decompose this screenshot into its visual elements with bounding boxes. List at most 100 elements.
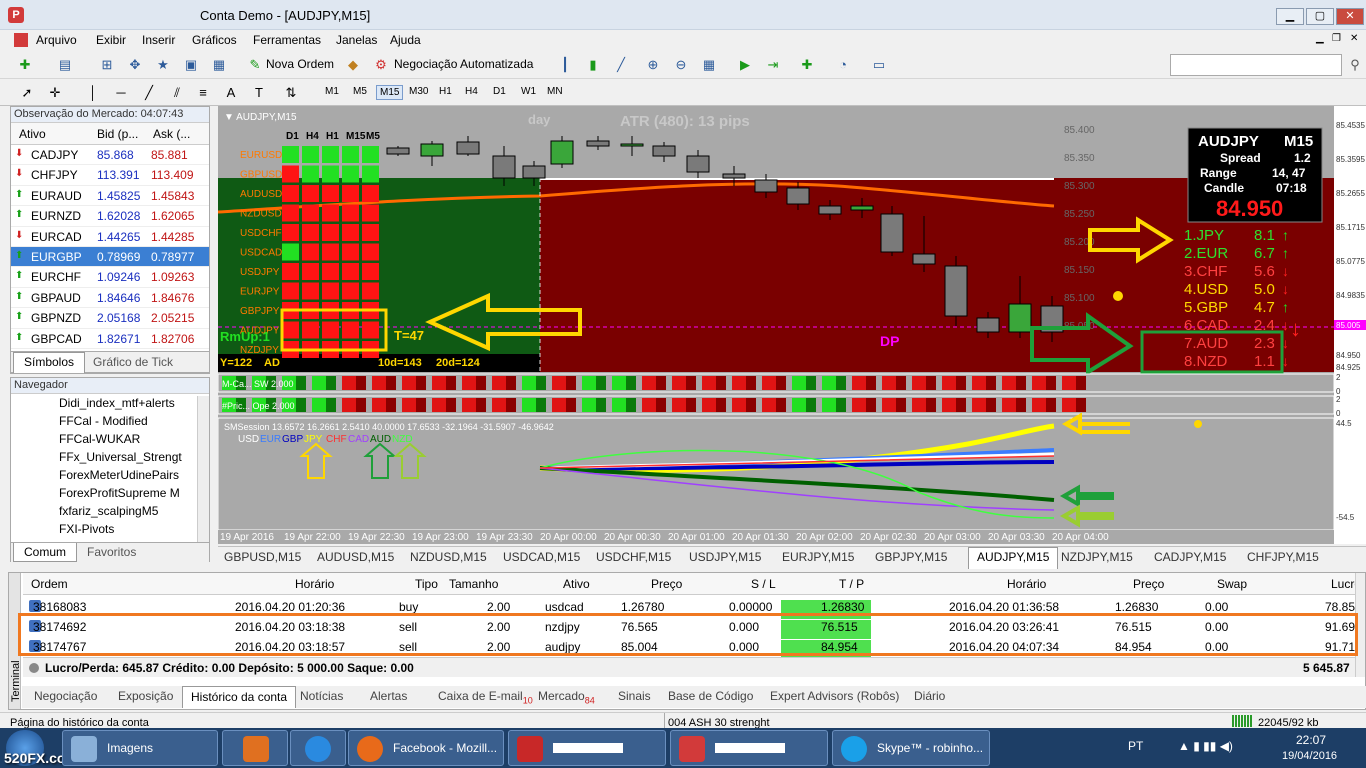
cursor-icon[interactable]: ➚ — [18, 84, 36, 102]
timeframe-h4[interactable]: H4 — [462, 85, 481, 98]
navigator-item[interactable]: fForexProfitSupreme M — [59, 486, 207, 500]
candlestick-icon[interactable]: ▮ — [584, 56, 602, 74]
terminal-tab[interactable]: Negociação — [34, 689, 97, 703]
navigator-scrollbar[interactable] — [197, 396, 209, 544]
tab-grafico-tick[interactable]: Gráfico de Tick — [93, 355, 173, 369]
arrows-icon[interactable]: ⇅ — [282, 84, 300, 102]
menu-ferramentas[interactable]: Ferramentas — [253, 33, 321, 47]
child-close-button[interactable]: ✕ — [1350, 33, 1358, 44]
navigator-item[interactable]: fFXI-Pivots — [59, 522, 207, 536]
symbol-tab[interactable]: USDJPY,M15 — [689, 550, 761, 564]
market-watch-row[interactable]: ⬆ EURCHF 1.09246 1.09263 — [11, 267, 209, 288]
timeframe-m5[interactable]: M5 — [350, 85, 370, 98]
menu-exibir[interactable]: Exibir — [96, 33, 126, 47]
new-order-icon[interactable]: ✎ — [246, 56, 264, 74]
terminal-tab[interactable]: Histórico da conta — [182, 686, 297, 708]
table-row[interactable]: 38168083 2016.04.20 01:20:36 buy 2.00 usdcad… — [25, 597, 1365, 619]
timeframe-d1[interactable]: D1 — [490, 85, 509, 98]
navigator-item[interactable]: fFFx_Universal_Strengt — [59, 450, 207, 464]
task-skype[interactable]: Skype™ - robinho... — [832, 730, 990, 766]
profiles-icon[interactable]: ▤ — [56, 56, 74, 74]
task-media-player[interactable] — [222, 730, 288, 766]
th-preco[interactable]: Preço — [651, 577, 682, 591]
task-metatrader[interactable] — [670, 730, 828, 766]
clock-date[interactable]: 19/04/2016 — [1282, 750, 1337, 762]
menu-inserir[interactable]: Inserir — [142, 33, 175, 47]
task-firefox[interactable]: Facebook - Mozill... — [348, 730, 504, 766]
auto-trading-button[interactable]: Negociação Automatizada — [394, 57, 533, 71]
maximize-button[interactable]: ▢ — [1306, 8, 1334, 25]
timeframe-h1[interactable]: H1 — [436, 85, 455, 98]
chart-shift-icon[interactable]: ⇥ — [764, 56, 782, 74]
symbol-tab[interactable]: NZDUSD,M15 — [410, 550, 487, 564]
new-chart-icon[interactable]: ✚ — [16, 56, 34, 74]
zoom-in-icon[interactable]: ⊕ — [644, 56, 662, 74]
symbol-tab[interactable]: CHFJPY,M15 — [1247, 550, 1319, 564]
menu-graficos[interactable]: Gráficos — [192, 33, 237, 47]
tab-favoritos[interactable]: Favoritos — [87, 545, 136, 559]
th-swap[interactable]: Swap — [1217, 577, 1247, 591]
bar-chart-icon[interactable]: ┃ — [556, 56, 574, 74]
metaeditor-icon[interactable]: ◆ — [344, 56, 362, 74]
crosshair-icon[interactable]: ✛ — [46, 84, 64, 102]
child-window-icon[interactable] — [14, 33, 28, 47]
equidistant-channel-icon[interactable]: ⫽ — [168, 84, 186, 102]
new-order-button[interactable]: Nova Ordem — [266, 57, 334, 71]
tab-simbolos[interactable]: Símbolos — [13, 352, 86, 373]
text-label-icon[interactable]: T — [250, 84, 268, 102]
terminal-tab[interactable]: Caixa de E-mail10 — [438, 689, 533, 705]
timeframe-m15[interactable]: M15 — [376, 85, 404, 100]
col-bid[interactable]: Bid (p... — [97, 127, 138, 141]
th-tp[interactable]: T / P — [839, 577, 864, 591]
menu-ajuda[interactable]: Ajuda — [390, 33, 421, 47]
table-row[interactable]: 38174692 2016.04.20 03:18:38 sell 2.00 nzdjp… — [25, 617, 1365, 639]
navigator-item[interactable]: fFFCal-WUKAR — [59, 432, 207, 446]
symbol-tab[interactable]: AUDJPY,M15 — [968, 547, 1059, 569]
symbol-tab[interactable]: NZDJPY,M15 — [1061, 550, 1133, 564]
minimize-button[interactable]: ▁ — [1276, 8, 1304, 25]
child-restore-button[interactable]: ❐ — [1332, 33, 1341, 44]
market-watch-row[interactable]: ⬆ EURNZD 1.62028 1.62065 — [11, 206, 209, 227]
timeframe-m1[interactable]: M1 — [322, 85, 342, 98]
market-watch-row[interactable]: ⬇ EURCAD 1.44265 1.44285 — [11, 227, 209, 247]
navigator-item[interactable]: fForexMeterUdinePairs — [59, 468, 207, 482]
strategy-tester-icon[interactable]: ▦ — [210, 56, 228, 74]
symbol-tab[interactable]: GBPJPY,M15 — [875, 550, 947, 564]
tray-icons[interactable]: ▲ ▮ ▮▮ ◀) — [1178, 739, 1233, 753]
navigator-item[interactable]: fFFCal - Modified — [59, 414, 207, 428]
vertical-line-icon[interactable]: │ — [84, 84, 102, 102]
market-watch-row[interactable]: ⬇ CHFJPY 113.391 113.409 — [11, 165, 209, 186]
templates-icon[interactable]: ▭ — [870, 56, 888, 74]
th-horario-close[interactable]: Horário — [1007, 577, 1046, 591]
market-watch-row[interactable]: ⬆ GBPNZD 2.05168 2.05215 — [11, 308, 209, 329]
timeframe-m30[interactable]: M30 — [406, 85, 431, 98]
menu-arquivo[interactable]: Arquivo — [36, 33, 77, 47]
data-window-icon[interactable]: ✥ — [126, 56, 144, 74]
child-minimize-button[interactable]: ▁ — [1316, 33, 1324, 44]
task-ie[interactable] — [290, 730, 346, 766]
col-asset[interactable]: Ativo — [19, 127, 46, 141]
th-preco-close[interactable]: Preço — [1133, 577, 1164, 591]
symbol-tab[interactable]: USDCAD,M15 — [503, 550, 580, 564]
tab-comum[interactable]: Comum — [13, 543, 78, 562]
indicators-icon[interactable]: ✚ — [798, 56, 816, 74]
horizontal-line-icon[interactable]: ─ — [112, 84, 130, 102]
task-imagens[interactable]: Imagens — [62, 730, 218, 766]
th-ordem[interactable]: Ordem — [31, 577, 68, 591]
fibonacci-icon[interactable]: ≡ — [194, 84, 212, 102]
trendline-icon[interactable]: ╱ — [140, 84, 158, 102]
periods-icon[interactable]: ◔ — [834, 56, 852, 74]
terminal-tab[interactable]: Diário — [914, 689, 945, 703]
symbol-tab[interactable]: GBPUSD,M15 — [224, 550, 301, 564]
terminal-tab[interactable]: Base de Código — [668, 689, 753, 703]
table-row[interactable]: 38174767 2016.04.20 03:18:57 sell 2.00 audjp… — [25, 637, 1365, 659]
task-app-red[interactable] — [508, 730, 666, 766]
language-indicator[interactable]: PT — [1128, 739, 1143, 753]
symbol-tab[interactable]: AUDUSD,M15 — [317, 550, 394, 564]
market-watch-row[interactable]: ⬆ GBPAUD 1.84646 1.84676 — [11, 288, 209, 309]
menu-janelas[interactable]: Janelas — [336, 33, 377, 47]
timeframe-mn[interactable]: MN — [544, 85, 566, 98]
terminal-tab[interactable]: Exposição — [118, 689, 173, 703]
navigator-item[interactable]: fDidi_index_mtf+alerts — [59, 396, 207, 410]
tile-windows-icon[interactable]: ▦ — [700, 56, 718, 74]
